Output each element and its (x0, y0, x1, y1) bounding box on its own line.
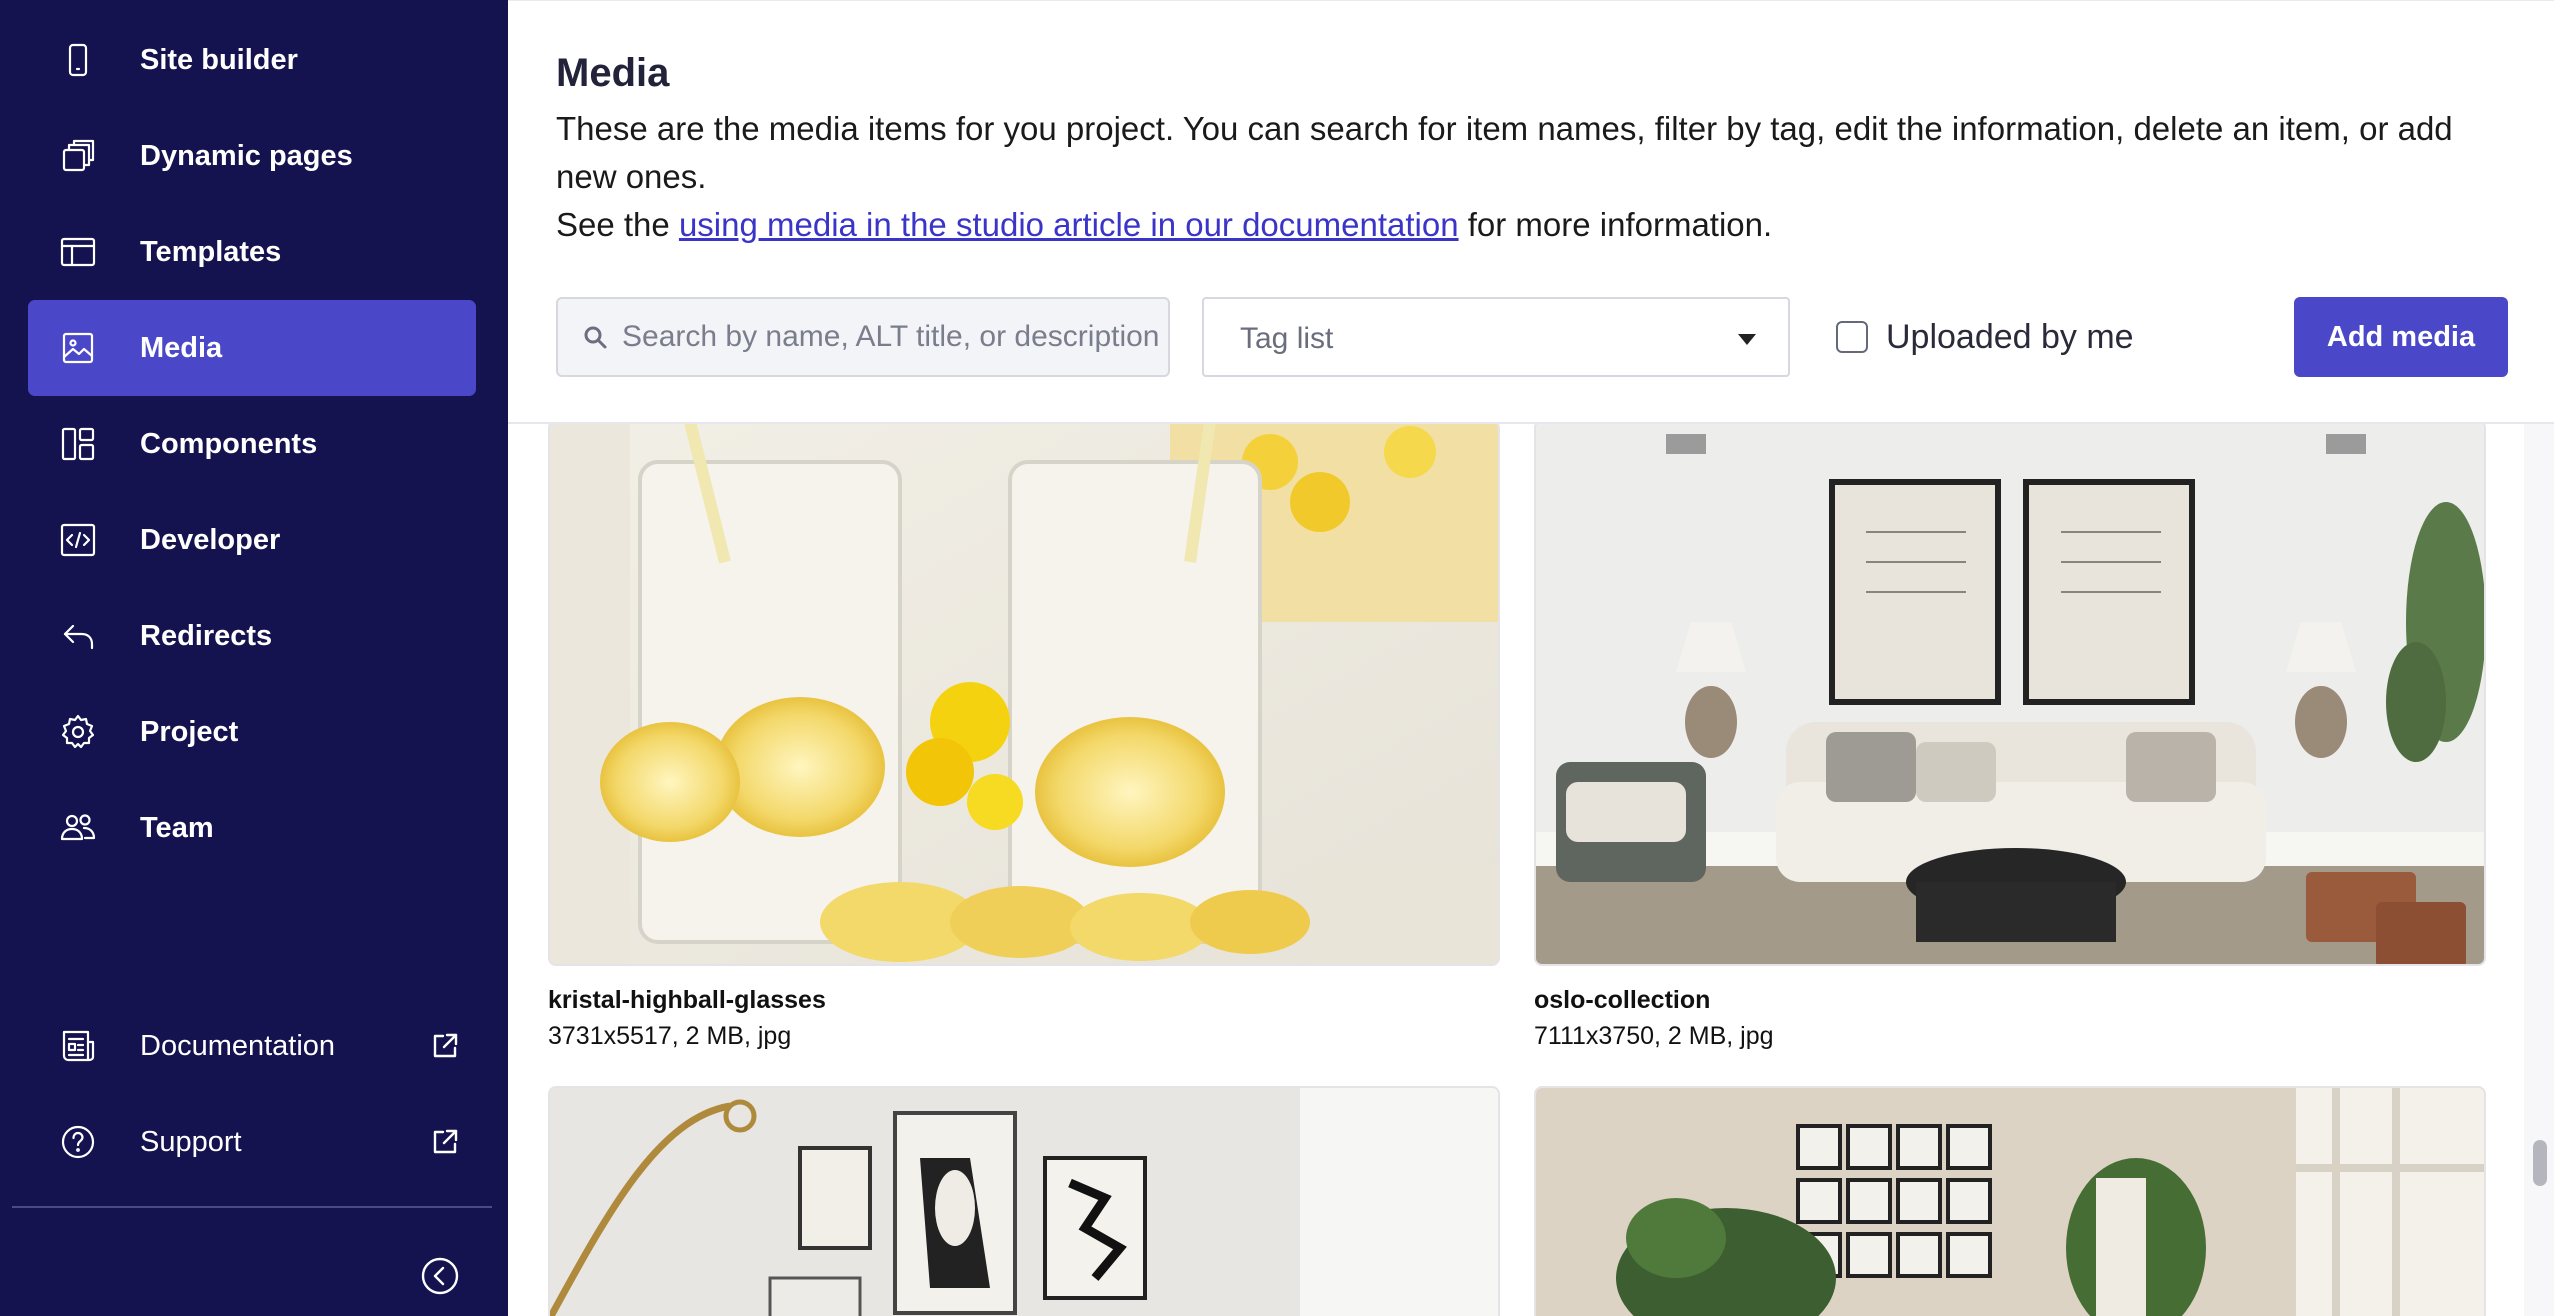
main-content: kristal-highball-glasses 3731x5517, 2 MB… (508, 0, 2554, 1316)
tag-list-placeholder: Tag list (1240, 322, 1334, 355)
media-name: kristal-highball-glasses (548, 986, 826, 1014)
sidebar-item-label: Media (140, 331, 223, 364)
search-field[interactable] (556, 297, 1170, 377)
tag-list-select[interactable]: Tag list (1202, 297, 1790, 377)
team-icon (56, 806, 100, 850)
sidebar-divider (12, 1206, 492, 1208)
template-layout-icon (56, 230, 100, 274)
components-icon (56, 422, 100, 466)
sidebar-item-site-builder[interactable]: Site builder (28, 12, 476, 108)
documentation-note-prefix: See the (556, 206, 679, 243)
media-name: oslo-collection (1534, 986, 1711, 1014)
documentation-link[interactable]: using media in the studio article in our… (679, 206, 1459, 243)
chevron-left-circle-icon (421, 1257, 459, 1295)
scrollbar-thumb[interactable] (2533, 1140, 2547, 1186)
search-icon (582, 324, 610, 352)
gear-icon (56, 710, 100, 754)
phone-icon (56, 38, 100, 82)
collapse-sidebar-button[interactable] (420, 1256, 460, 1296)
sidebar-item-label: Components (140, 427, 318, 460)
page-header: Media These are the media items for you … (508, 0, 2554, 424)
sidebar-item-dynamic-pages[interactable]: Dynamic pages (28, 108, 476, 204)
sidebar-item-redirects[interactable]: Redirects (28, 588, 476, 684)
help-circle-icon (56, 1120, 100, 1164)
external-link-icon (430, 1127, 460, 1157)
documentation-note-suffix: for more information. (1458, 206, 1773, 243)
media-thumbnail[interactable] (548, 420, 1500, 966)
sidebar-item-label: Documentation (140, 1029, 336, 1062)
media-thumbnail[interactable] (548, 1086, 1500, 1316)
gallery-wall-image (550, 1088, 1498, 1316)
living-room-image (1536, 422, 2484, 964)
sidebar-item-label: Project (140, 715, 239, 748)
page-description: These are the media items for you projec… (556, 110, 2453, 195)
sidebar-item-label: Developer (140, 523, 281, 556)
sidebar-item-label: Support (140, 1125, 242, 1158)
media-thumbnail[interactable] (1534, 1086, 2486, 1316)
sidebar-item-project[interactable]: Project (28, 684, 476, 780)
lemonade-glasses-image (550, 422, 1498, 964)
sidebar-item-documentation[interactable]: Documentation (28, 998, 476, 1094)
uploaded-by-me-checkbox[interactable] (1836, 321, 1868, 353)
sidebar-item-developer[interactable]: Developer (28, 492, 476, 588)
external-link-icon (430, 1031, 460, 1061)
sidebar-item-templates[interactable]: Templates (28, 204, 476, 300)
media-meta: 7111x3750, 2 MB, jpg (1534, 1022, 1774, 1050)
sidebar-item-support[interactable]: Support (28, 1094, 476, 1190)
stacked-pages-icon (56, 134, 100, 178)
add-media-button[interactable]: Add media (2294, 297, 2508, 377)
code-icon (56, 518, 100, 562)
sidebar-item-label: Templates (140, 235, 282, 268)
sidebar-item-components[interactable]: Components (28, 396, 476, 492)
media-thumbnail[interactable] (1534, 420, 2486, 966)
image-icon (56, 326, 100, 370)
search-input[interactable] (622, 299, 1162, 375)
document-icon (56, 1024, 100, 1068)
redirect-arrow-icon (56, 614, 100, 658)
sidebar-item-media[interactable]: Media (28, 300, 476, 396)
sidebar: Site builder Dynamic pages Templates Med… (0, 0, 508, 1316)
documentation-note: See the using media in the studio articl… (556, 201, 1772, 249)
sidebar-item-label: Site builder (140, 43, 298, 76)
sidebar-item-label: Dynamic pages (140, 139, 353, 172)
uploaded-by-me-label: Uploaded by me (1886, 317, 2134, 356)
uploaded-by-me-toggle[interactable]: Uploaded by me (1836, 297, 2134, 377)
sidebar-item-team[interactable]: Team (28, 780, 476, 876)
sidebar-item-label: Redirects (140, 619, 273, 652)
plant-room-image (1536, 1088, 2484, 1316)
media-meta: 3731x5517, 2 MB, jpg (548, 1022, 792, 1050)
sidebar-item-label: Team (140, 811, 214, 844)
chevron-down-icon (1738, 334, 1756, 345)
page-title: Media (556, 51, 670, 95)
